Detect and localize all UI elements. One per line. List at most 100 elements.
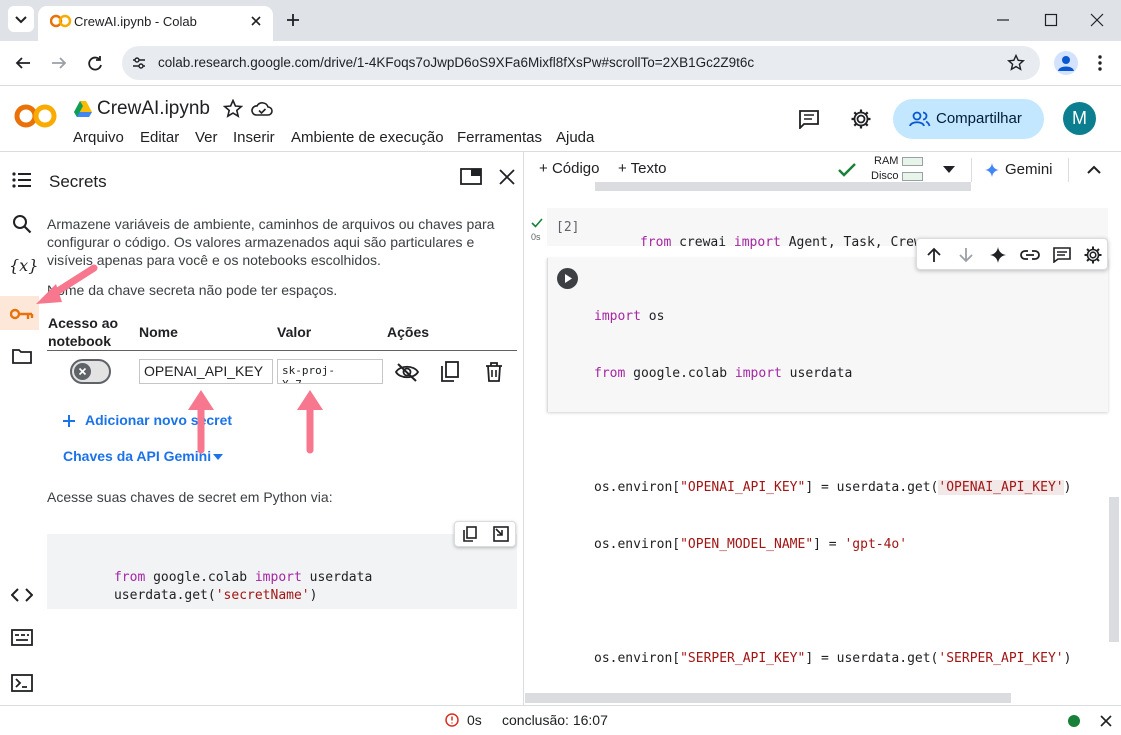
disk-label: Disco (871, 170, 899, 182)
delete-icon[interactable] (485, 362, 503, 382)
back-arrow-icon[interactable] (14, 54, 32, 72)
url-field[interactable]: colab.research.google.com/drive/1-4KFoqs… (122, 46, 1040, 80)
command-palette-icon[interactable] (11, 629, 33, 647)
code-snippets-icon[interactable] (11, 588, 33, 602)
snippet-insert-icon[interactable] (493, 526, 509, 542)
connection-status-dot[interactable] (1068, 715, 1080, 727)
code-line: os.environ["OPEN_MODEL_NAME"] = 'gpt-4o' (594, 537, 908, 552)
menu-editar[interactable]: Editar (140, 129, 179, 146)
notebook-area: + Código + Texto RAM Disco Gemini 0s [2]… (525, 152, 1121, 705)
close-status-icon[interactable] (1100, 715, 1112, 727)
browser-menu-icon[interactable] (1097, 54, 1103, 72)
avatar-letter: M (1072, 108, 1087, 128)
column-value: Valor (277, 324, 312, 340)
annotation-arrow-value (297, 390, 323, 454)
reload-icon[interactable] (86, 54, 104, 72)
left-icon-rail: {𝑥} (0, 152, 39, 705)
run-cell-button[interactable] (557, 268, 578, 289)
add-icon[interactable] (62, 414, 76, 428)
play-icon (565, 274, 572, 283)
code-cell-2[interactable]: import os from google.colab import userd… (547, 258, 1108, 666)
column-name: Nome (139, 324, 178, 340)
gemini-cell-icon[interactable] (990, 247, 1006, 263)
cell2-code: import os from google.colab import userd… (594, 269, 1071, 706)
maximize-icon[interactable] (1044, 13, 1058, 27)
dropdown-caret-icon[interactable] (213, 454, 223, 460)
share-button[interactable]: Compartilhar (893, 99, 1044, 139)
profile-icon[interactable] (1054, 51, 1078, 75)
menu-inserir[interactable]: Inserir (233, 129, 275, 146)
status-time: 0s (467, 712, 482, 728)
settings-gear-icon[interactable] (850, 108, 872, 130)
code-line: ​ (594, 421, 1071, 440)
add-text-button[interactable]: + Texto (618, 160, 667, 177)
share-label: Compartilhar (936, 110, 1022, 127)
cell1-exec-count: [2] (556, 220, 580, 235)
star-icon[interactable] (223, 99, 243, 119)
bookmark-star-icon[interactable] (1007, 54, 1025, 72)
minimize-icon[interactable] (996, 13, 1010, 27)
notebook-title[interactable]: CrewAI.ipynb (97, 98, 210, 120)
terminal-icon[interactable] (11, 674, 33, 692)
annotation-arrow-name (188, 390, 214, 454)
google-drive-icon (74, 101, 92, 117)
collapse-chevron-icon[interactable] (1087, 165, 1101, 175)
horizontal-scrollbar[interactable] (525, 693, 1011, 703)
menu-ver[interactable]: Ver (195, 129, 218, 146)
avatar[interactable]: M (1063, 102, 1096, 135)
secrets-panel: Secrets Armazene variáveis de ambiente, … (39, 152, 524, 705)
comments-icon[interactable] (798, 109, 820, 129)
previous-output-scrollbar[interactable] (595, 182, 971, 191)
add-code-button[interactable]: + Código (539, 160, 599, 177)
toolbar-divider (971, 158, 972, 182)
secret-value-field[interactable]: sk-proj- X_7... (277, 359, 383, 384)
tab-search-button[interactable] (8, 6, 34, 32)
access-hint: Acesse suas chaves de secret em Python v… (47, 489, 333, 505)
table-header-divider (47, 350, 517, 351)
access-toggle[interactable] (70, 359, 111, 384)
link-icon[interactable] (1020, 249, 1040, 261)
close-tab-icon[interactable] (249, 14, 263, 28)
runtime-dropdown-icon[interactable] (943, 166, 955, 174)
snippet-copy-icon[interactable] (463, 526, 477, 542)
vertical-scrollbar[interactable] (1109, 497, 1119, 642)
move-down-icon[interactable] (959, 247, 973, 263)
forward-arrow-icon[interactable] (50, 54, 68, 72)
menu-ajuda[interactable]: Ajuda (556, 129, 594, 146)
menu-ambiente[interactable]: Ambiente de execução (291, 129, 444, 146)
status-completion: conclusão: 16:07 (502, 712, 608, 728)
window-close-icon[interactable] (1090, 13, 1104, 27)
site-settings-icon[interactable] (130, 54, 148, 72)
tab-title: CrewAI.ipynb - Colab (74, 14, 197, 29)
url-text: colab.research.google.com/drive/1-4KFoqs… (158, 55, 755, 70)
new-tab-icon[interactable] (285, 12, 301, 28)
key-icon (10, 308, 34, 320)
copy-icon[interactable] (440, 361, 460, 383)
secret-name-field[interactable]: OPENAI_API_KEY (139, 359, 273, 384)
cloud-saved-icon (251, 102, 273, 116)
chevron-down-icon (15, 16, 27, 24)
move-up-icon[interactable] (927, 247, 941, 263)
close-panel-icon[interactable] (499, 169, 515, 185)
menu-ferramentas[interactable]: Ferramentas (457, 129, 542, 146)
disk-bar (902, 172, 923, 181)
search-icon[interactable] (12, 214, 32, 234)
visibility-off-icon[interactable] (395, 362, 419, 382)
open-in-tab-icon[interactable] (460, 168, 482, 186)
gemini-button[interactable]: Gemini (1005, 161, 1053, 178)
cell1-exec-time: 0s (531, 232, 541, 242)
browser-tab[interactable]: CrewAI.ipynb - Colab (38, 6, 273, 41)
folder-icon[interactable] (12, 348, 32, 364)
cell-comment-icon[interactable] (1053, 247, 1071, 263)
address-bar: colab.research.google.com/drive/1-4KFoqs… (0, 41, 1121, 86)
toolbar-divider (1068, 158, 1069, 182)
menu-arquivo[interactable]: Arquivo (73, 129, 124, 146)
panel-title: Secrets (49, 172, 107, 191)
secrets-warning: Nome da chave secreta não pode ter espaç… (47, 282, 338, 298)
toggle-off-x-icon (78, 367, 87, 376)
colab-logo[interactable] (14, 103, 58, 129)
table-of-contents-icon[interactable] (12, 171, 32, 189)
ram-bar (902, 157, 923, 166)
cell-success-check-icon (531, 218, 543, 228)
cell-settings-icon[interactable] (1084, 246, 1102, 264)
